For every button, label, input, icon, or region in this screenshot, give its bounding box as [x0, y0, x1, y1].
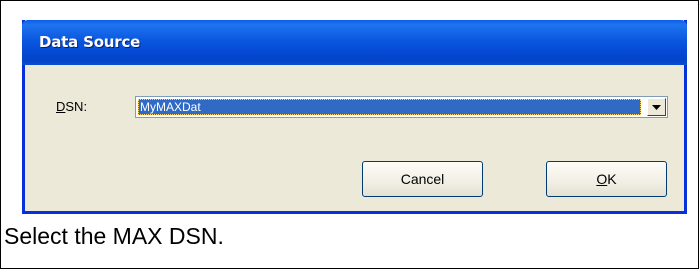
- dsn-select-value: MyMAXDat: [138, 99, 641, 115]
- chevron-down-icon: [652, 104, 661, 110]
- dsn-dropdown-button[interactable]: [647, 98, 666, 116]
- dsn-label-rest: SN:: [65, 99, 88, 114]
- dialog-title: Data Source: [39, 33, 141, 51]
- dialog-titlebar[interactable]: Data Source: [22, 20, 687, 65]
- ok-label-rest: K: [607, 171, 617, 187]
- cancel-button[interactable]: Cancel: [362, 161, 483, 197]
- ok-mnemonic: O: [596, 171, 608, 187]
- ok-button[interactable]: OK: [546, 161, 667, 197]
- caption-text: Select the MAX DSN.: [4, 223, 224, 249]
- dsn-select[interactable]: MyMAXDat: [135, 96, 668, 118]
- dsn-label: DSN:: [56, 99, 88, 114]
- screenshot-frame: Data Source DSN: MyMAXDat Cancel OK Sele…: [0, 0, 699, 269]
- dialog-client-area: DSN: MyMAXDat Cancel OK: [25, 65, 684, 211]
- data-source-dialog: Data Source DSN: MyMAXDat Cancel OK: [22, 20, 687, 214]
